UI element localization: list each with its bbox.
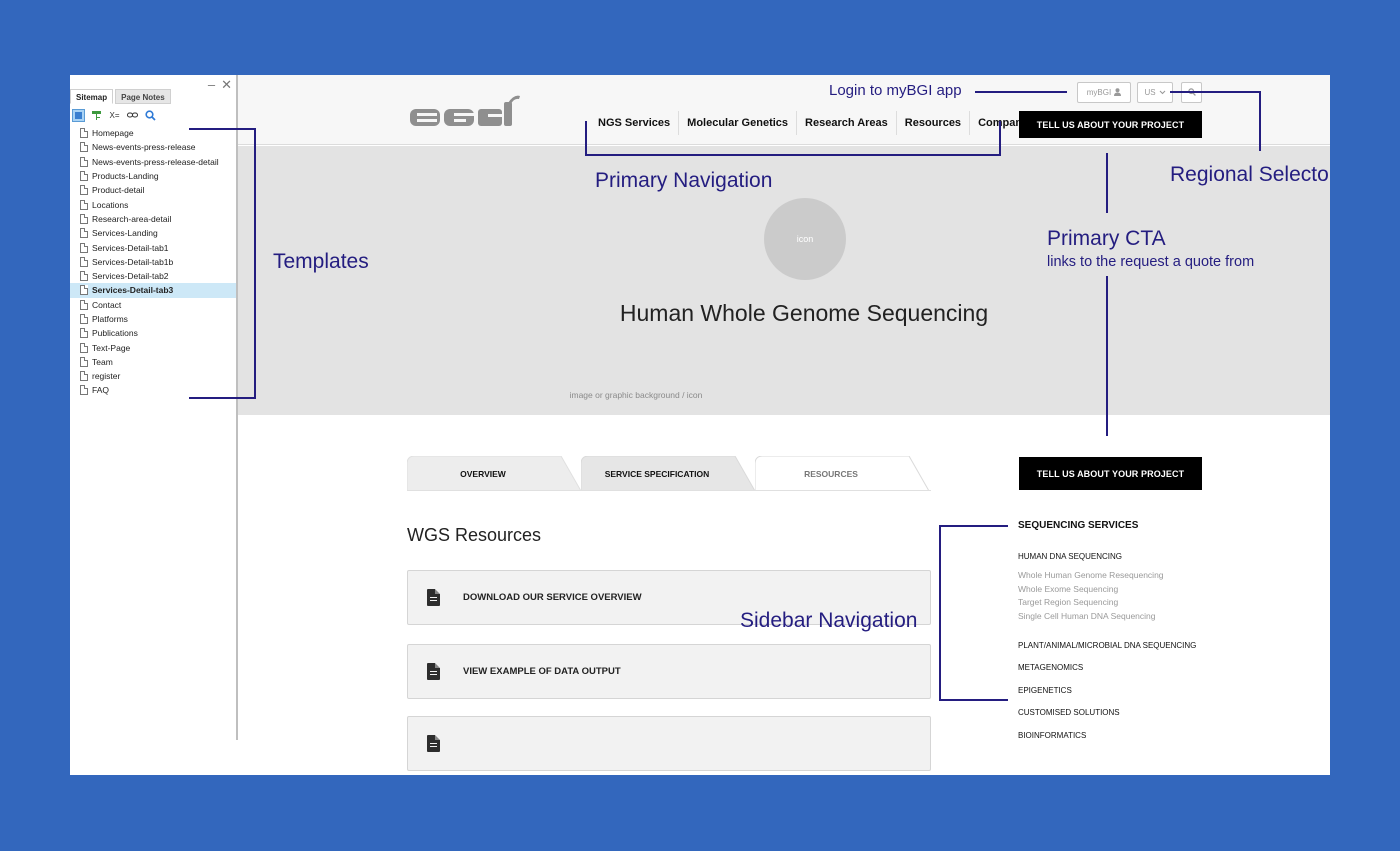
page-icon	[80, 328, 88, 339]
sitemap-item[interactable]: News-events-press-release	[70, 140, 236, 154]
sidebar-link[interactable]: Single Cell Human DNA Sequencing	[1018, 611, 1156, 621]
nav-ngs-services[interactable]: NGS Services	[590, 111, 680, 135]
resources-title: WGS Resources	[407, 525, 542, 545]
page-icon	[80, 285, 88, 296]
page-title: Human Whole Genome Sequencing	[619, 300, 989, 326]
sitemap-item[interactable]: Services-Detail-tab2	[70, 269, 236, 283]
sidebar-heading: SEQUENCING SERVICES	[1018, 520, 1139, 531]
resource-card-data-output[interactable]: VIEW EXAMPLE OF DATA OUTPUT	[407, 644, 931, 699]
tab-overview[interactable]: OVERVIEW	[407, 456, 581, 491]
page-icon	[80, 185, 88, 196]
nav-molecular-genetics[interactable]: Molecular Genetics	[679, 111, 798, 135]
sitemap-item[interactable]: Publications	[70, 326, 236, 340]
sidebar-link[interactable]: Target Region Sequencing	[1018, 597, 1118, 607]
sitemap-toolbar: X=	[72, 108, 157, 122]
sidebar-sub-heading[interactable]: HUMAN DNA SEQUENCING	[1018, 552, 1122, 561]
sitemap-item[interactable]: Team	[70, 355, 236, 369]
chevron-down-icon	[1159, 88, 1166, 97]
sitemap-item[interactable]: News-events-press-release-detail	[70, 155, 236, 169]
resource-card-service-overview[interactable]: DOWNLOAD OUR SERVICE OVERVIEW	[407, 570, 931, 625]
page-icon	[80, 142, 88, 153]
sitemap-item[interactable]: Homepage	[70, 126, 236, 140]
sidebar-cta-button[interactable]: TELL US ABOUT YOUR PROJECT	[1019, 457, 1202, 490]
sidebar-category[interactable]: PLANT/ANIMAL/MICROBIAL DNA SEQUENCING	[1018, 641, 1196, 650]
page-icon	[80, 256, 88, 267]
user-icon	[1114, 87, 1122, 98]
add-page-icon[interactable]	[72, 108, 85, 122]
hero-icon-placeholder: icon	[764, 198, 846, 280]
panel-controls: – ✕	[202, 77, 232, 93]
page-icon	[80, 371, 88, 382]
page-icon	[80, 156, 88, 167]
hero-note: image or graphic background / icon	[569, 390, 703, 400]
header-search-button[interactable]	[1181, 82, 1202, 103]
page-icon	[80, 171, 88, 182]
sidebar-category[interactable]: METAGENOMICS	[1018, 663, 1083, 672]
document-icon	[427, 589, 440, 606]
tab-divider	[407, 490, 931, 491]
mybgi-login-button[interactable]: myBGI	[1077, 82, 1131, 103]
primary-navigation: NGS Services Molecular Genetics Research…	[590, 111, 1036, 135]
sitemap-item[interactable]: Research-area-detail	[70, 212, 236, 226]
link-icon[interactable]	[126, 109, 139, 122]
sitemap-item[interactable]: Services-Detail-tab1	[70, 240, 236, 254]
page-icon	[80, 228, 88, 239]
sitemap-item[interactable]: Locations	[70, 197, 236, 211]
sidebar-link[interactable]: Whole Exome Sequencing	[1018, 584, 1118, 594]
tab-resources[interactable]: RESOURCES	[755, 456, 929, 491]
add-folder-icon[interactable]	[90, 109, 103, 122]
page-icon	[80, 271, 88, 282]
resource-card[interactable]	[407, 716, 931, 771]
sidebar-link[interactable]: Whole Human Genome Resequencing	[1018, 570, 1164, 580]
variable-icon[interactable]: X=	[108, 109, 121, 122]
sitemap-tabs: Sitemap Page Notes	[70, 89, 173, 104]
page-icon	[80, 342, 88, 353]
search-icon[interactable]	[144, 109, 157, 122]
sitemap-item[interactable]: Products-Landing	[70, 169, 236, 183]
sitemap-list: Homepage News-events-press-release News-…	[70, 126, 236, 398]
sitemap-panel: – ✕ Sitemap Page Notes X= Homepage News-e…	[70, 75, 238, 740]
page-icon	[80, 299, 88, 310]
hero-banner: icon Human Whole Genome Sequencing	[238, 146, 1330, 415]
header-cta-button[interactable]: TELL US ABOUT YOUR PROJECT	[1019, 111, 1202, 138]
minimize-icon[interactable]: –	[208, 77, 215, 92]
sitemap-item[interactable]: Platforms	[70, 312, 236, 326]
close-icon[interactable]: ✕	[221, 77, 232, 92]
page-icon	[80, 213, 88, 224]
page-icon	[80, 356, 88, 367]
tab-sitemap[interactable]: Sitemap	[70, 89, 114, 104]
sitemap-item[interactable]: Text-Page	[70, 340, 236, 354]
search-icon	[1187, 87, 1196, 98]
sitemap-item[interactable]: register	[70, 369, 236, 383]
region-selector[interactable]: US	[1137, 82, 1173, 103]
nav-research-areas[interactable]: Research Areas	[797, 111, 897, 135]
tab-service-specification[interactable]: SERVICE SPECIFICATION	[581, 456, 755, 491]
site-header: myBGI US NGS Services Molecular Genetics…	[238, 75, 1330, 145]
page-icon	[80, 242, 88, 253]
sitemap-item[interactable]: Contact	[70, 298, 236, 312]
sidebar-category[interactable]: BIOINFORMATICS	[1018, 731, 1086, 740]
sitemap-item[interactable]: Product-detail	[70, 183, 236, 197]
document-icon	[427, 735, 440, 752]
sitemap-item[interactable]: Services-Detail-tab1b	[70, 255, 236, 269]
bgi-logo[interactable]	[408, 94, 520, 128]
page-icon	[80, 314, 88, 324]
sitemap-item[interactable]: Services-Landing	[70, 226, 236, 240]
tab-page-notes[interactable]: Page Notes	[115, 89, 171, 104]
prototype-frame: – ✕ Sitemap Page Notes X= Homepage News-e…	[70, 75, 1330, 775]
sidebar-category[interactable]: EPIGENETICS	[1018, 686, 1072, 695]
page-icon	[80, 128, 88, 139]
document-icon	[427, 663, 440, 680]
sitemap-item-selected[interactable]: Services-Detail-tab3	[70, 283, 236, 298]
sidebar-category[interactable]: CUSTOMISED SOLUTIONS	[1018, 708, 1120, 717]
page-icon	[80, 199, 88, 210]
nav-resources[interactable]: Resources	[897, 111, 971, 135]
